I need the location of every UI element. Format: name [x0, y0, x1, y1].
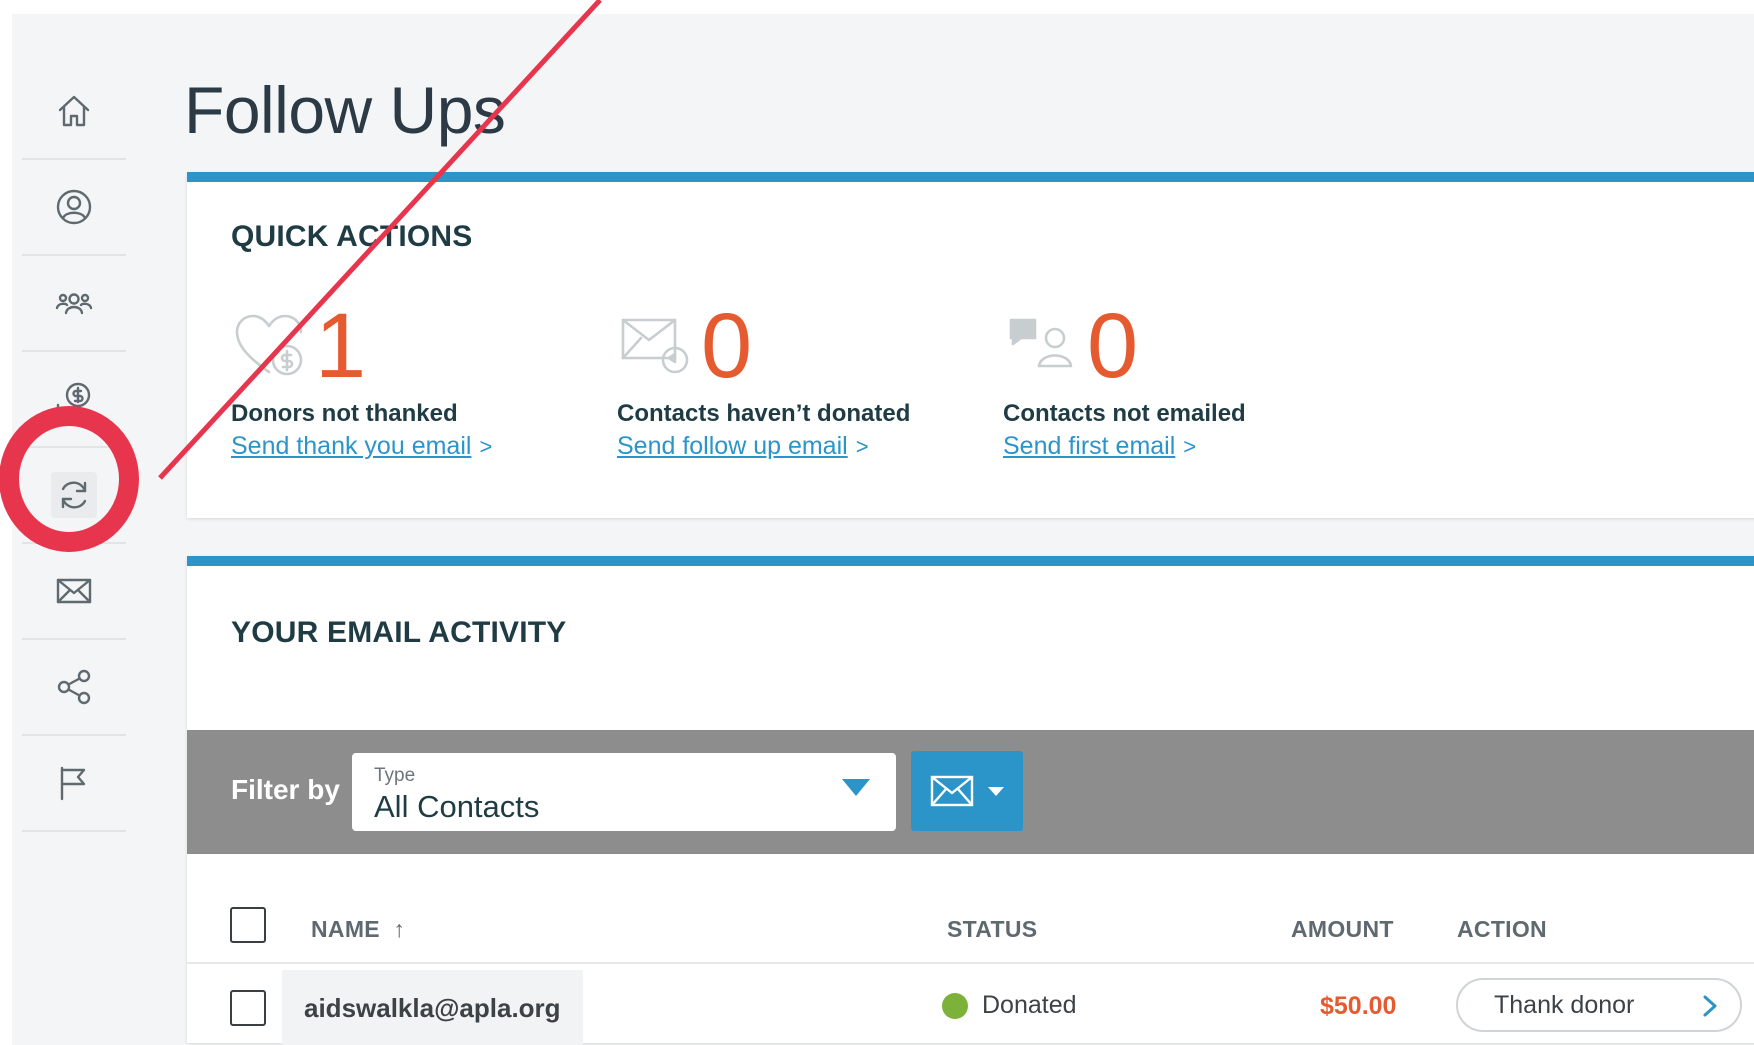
page-title: Follow Ups: [184, 73, 506, 147]
type-select[interactable]: Type All Contacts: [352, 753, 896, 831]
group-icon: [51, 280, 97, 326]
mail-icon: [51, 568, 97, 614]
filter-bar: Filter by Type All Contacts: [187, 730, 1754, 854]
caret-down-icon: [988, 786, 1004, 796]
send-thank-you-email-link[interactable]: Send thank you email: [231, 432, 471, 460]
chevron-right-icon: >: [479, 434, 493, 459]
sidebar-item-share[interactable]: [22, 640, 126, 736]
send-follow-up-email-link[interactable]: Send follow up email: [617, 432, 848, 460]
refresh-icon: [51, 472, 97, 518]
chevron-right-icon: >: [855, 434, 869, 459]
send-first-email-link[interactable]: Send first email: [1003, 432, 1175, 460]
sidebar: [22, 64, 126, 832]
thank-donor-label: Thank donor: [1494, 990, 1635, 1019]
status-dot-icon: [942, 992, 968, 1019]
quick-actions-card: QUICK ACTIONS 1 Donors not thanked Send …: [187, 172, 1754, 518]
amount-value: $50.00: [1320, 992, 1397, 1020]
quick-action-contacts-not-emailed: 0 Contacts not emailed Send first email >: [1003, 295, 1403, 461]
type-select-value: All Contacts: [374, 789, 540, 824]
chevron-right-icon: [1703, 995, 1717, 1017]
thank-donor-button[interactable]: Thank donor: [1456, 978, 1742, 1032]
donation-icon: [51, 376, 97, 422]
sidebar-item-donations[interactable]: [22, 352, 126, 448]
chevron-right-icon: >: [1183, 434, 1197, 459]
chat-person-icon: [1003, 308, 1083, 384]
status-text: Donated: [982, 991, 1077, 1019]
status-cell: Donated: [942, 991, 1077, 1020]
quick-action-donors-not-thanked: 1 Donors not thanked Send thank you emai…: [231, 295, 631, 461]
filter-label: Filter by: [231, 774, 340, 805]
label-contacts-not-emailed: Contacts not emailed: [1003, 400, 1246, 427]
select-all-checkbox[interactable]: [230, 907, 266, 943]
label-contacts-not-donated: Contacts haven’t donated: [617, 400, 911, 427]
app-window: Follow Ups QUICK ACTIONS 1 Donors not th…: [12, 14, 1754, 1045]
column-header-name[interactable]: NAME ↑: [311, 916, 405, 943]
column-header-action: ACTION: [1457, 916, 1547, 942]
home-icon: [51, 88, 97, 134]
column-header-amount: AMOUNT: [1291, 916, 1394, 942]
mail-icon: [930, 775, 974, 807]
count-donors-not-thanked: 1: [315, 295, 367, 397]
sidebar-item-email[interactable]: [22, 544, 126, 640]
sort-ascending-icon: ↑: [393, 916, 406, 942]
email-activity-card: YOUR EMAIL ACTIVITY Filter by Type All C…: [187, 556, 1754, 1045]
flag-icon: [51, 760, 97, 806]
sidebar-item-contacts[interactable]: [22, 256, 126, 352]
column-header-status: STATUS: [947, 916, 1038, 942]
label-donors-not-thanked: Donors not thanked: [231, 400, 458, 427]
email-actions-button[interactable]: [911, 751, 1023, 831]
email-activity-heading: YOUR EMAIL ACTIVITY: [231, 616, 567, 649]
sidebar-item-profile[interactable]: [22, 160, 126, 256]
dropdown-arrow-icon: [842, 779, 870, 796]
type-select-label: Type: [374, 765, 416, 786]
sidebar-item-follow-ups[interactable]: [22, 448, 126, 544]
sidebar-item-home[interactable]: [22, 64, 126, 160]
user-circle-icon: [51, 184, 97, 230]
share-icon: [51, 664, 97, 710]
count-contacts-not-emailed: 0: [1087, 295, 1139, 397]
sidebar-item-campaigns[interactable]: [22, 736, 126, 832]
contact-email[interactable]: aidswalkla@apla.org: [282, 970, 583, 1045]
heart-dollar-icon: [231, 308, 311, 384]
quick-action-contacts-not-donated: 0 Contacts haven’t donated Send follow u…: [617, 295, 1017, 461]
mail-reply-icon: [617, 308, 697, 384]
row-checkbox[interactable]: [230, 990, 266, 1026]
table-row: aidswalkla@apla.org Donated $50.00 Thank…: [187, 964, 1754, 1045]
count-contacts-not-donated: 0: [701, 295, 753, 397]
quick-actions-heading: QUICK ACTIONS: [231, 220, 473, 253]
